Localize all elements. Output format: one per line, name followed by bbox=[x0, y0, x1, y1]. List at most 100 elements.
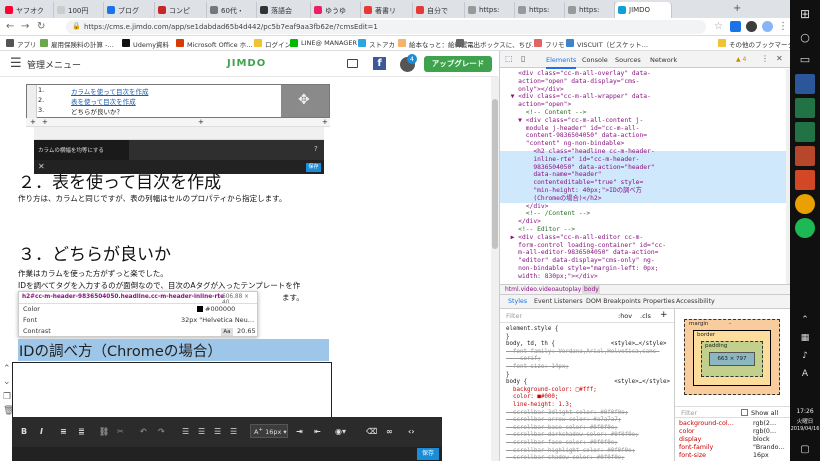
dom-line[interactable]: contenteditable="true" style= bbox=[503, 179, 643, 187]
add-icon[interactable]: + bbox=[30, 118, 36, 126]
dom-line[interactable]: <!-- /Content --> bbox=[503, 210, 590, 218]
dom-line[interactable]: action="open"> bbox=[503, 101, 571, 109]
dom-line[interactable]: data-name="header" bbox=[503, 171, 601, 179]
bullet-list-icon[interactable]: ≣ bbox=[78, 427, 85, 436]
dom-line[interactable]: "min-height: 40px;">IDの調べ方 bbox=[503, 187, 642, 195]
undo-icon[interactable]: ↶ bbox=[140, 427, 147, 436]
computed-prop-name[interactable]: background-col… bbox=[679, 420, 734, 427]
bookmark-item[interactable]: ログイン bbox=[254, 39, 291, 49]
list-item[interactable]: 表を使って目次を作成 bbox=[71, 96, 136, 106]
devtools-tab[interactable]: Elements bbox=[546, 56, 577, 69]
chrome-menu-icon[interactable]: ⋮ bbox=[778, 21, 788, 32]
inspect-element-icon[interactable]: ⬚ bbox=[505, 54, 513, 63]
dom-line[interactable]: <!-- Content --> bbox=[503, 109, 587, 117]
move-handle[interactable]: ✥ bbox=[281, 85, 329, 117]
computed-prop-name[interactable]: display bbox=[679, 436, 701, 443]
dom-line[interactable]: <h2 class="headline cc-m-header- bbox=[503, 148, 654, 156]
add-icon-2[interactable]: + bbox=[42, 118, 48, 126]
styles-tab[interactable]: Styles bbox=[508, 298, 527, 305]
computed-prop-name[interactable]: font-size bbox=[679, 452, 706, 459]
other-bookmarks[interactable]: その他のブックマーク bbox=[718, 39, 794, 49]
computed-prop-name[interactable]: font-family bbox=[679, 444, 713, 451]
devtools-tab[interactable]: Console bbox=[582, 56, 608, 64]
extension-icon[interactable] bbox=[730, 21, 741, 32]
styles-filter-input[interactable]: Filter bbox=[506, 312, 522, 320]
computed-filter-input[interactable]: Filter bbox=[681, 409, 697, 417]
dom-line[interactable]: module j-header" id="cc-m-all- bbox=[503, 125, 640, 133]
paragraph-line1[interactable]: 作業はカラムを使った方がずっと楽でした。 bbox=[18, 268, 168, 279]
styles-tab[interactable]: Accessibility bbox=[676, 298, 715, 305]
dom-line[interactable]: ▼ <div class="cc-m-all-wrapper" data- bbox=[503, 93, 651, 101]
list-editor[interactable]: 1. カラムを使って目次を作成 2. 表を使って目次を作成 3. どちらが良いか？ ✥ bbox=[26, 84, 330, 119]
align-right-icon[interactable]: ☰ bbox=[214, 427, 221, 436]
devtools-tab[interactable]: Network bbox=[650, 56, 677, 64]
rich-text-editor[interactable] bbox=[12, 362, 332, 418]
back-icon[interactable]: ← bbox=[6, 21, 14, 32]
admin-menu-label[interactable]: 管理メニュー bbox=[27, 58, 81, 71]
warning-count[interactable]: ▲ 4 bbox=[736, 56, 746, 63]
url-field[interactable]: 🔒 https://cms.e.jimdo.com/app/se1dabdad6… bbox=[66, 20, 706, 34]
excel-icon-2[interactable] bbox=[795, 122, 815, 142]
dom-line[interactable]: "content" ng-non-bindable> bbox=[503, 140, 625, 148]
breadcrumb-html[interactable]: html.video.videoautoplay bbox=[505, 286, 581, 293]
devtools-close-icon[interactable]: ✕ bbox=[776, 54, 783, 63]
breadcrumb-body[interactable]: body bbox=[582, 285, 600, 295]
bookmark-item[interactable]: フリモ bbox=[534, 39, 565, 49]
redo-icon[interactable]: ↷ bbox=[158, 427, 165, 436]
dom-line[interactable]: 9836504050" data-action="header" bbox=[503, 164, 654, 172]
devtools-menu-icon[interactable]: ⋮ bbox=[761, 54, 769, 63]
chrome-icon[interactable] bbox=[795, 194, 815, 214]
browser-tab[interactable]: 自分で bbox=[413, 2, 465, 18]
browser-tab[interactable]: コンピ bbox=[155, 2, 207, 18]
browser-tab[interactable]: 100円 bbox=[54, 2, 104, 18]
dom-line[interactable]: </div> bbox=[503, 218, 541, 226]
extension-icon-2[interactable] bbox=[746, 21, 757, 32]
paragraph-table-toc[interactable]: 作り方は、カラムと同じですが、表の列幅はセルのプロパティから指定します。 bbox=[18, 193, 286, 204]
hamburger-icon[interactable]: ☰ bbox=[10, 56, 22, 71]
clock-time[interactable]: 17:26 bbox=[790, 408, 820, 415]
dom-line[interactable]: </div> bbox=[503, 203, 549, 211]
paragraph-line3[interactable]: ます。 bbox=[282, 292, 304, 303]
volume-icon[interactable]: ♪ bbox=[795, 346, 815, 366]
dom-line[interactable]: only"></div> bbox=[503, 86, 564, 94]
dom-line[interactable]: non-bindable style="margin-left: 0px; bbox=[503, 265, 658, 273]
dom-line[interactable]: "editor" data-display="cms-only" ng- bbox=[503, 257, 655, 265]
powerpoint-icon[interactable] bbox=[795, 146, 815, 166]
dom-line[interactable]: action="open" data-display="cms- bbox=[503, 78, 639, 86]
browser-tab[interactable]: ヤフオク bbox=[2, 2, 54, 18]
forward-icon[interactable]: → bbox=[21, 21, 29, 32]
bookmark-item[interactable]: 雇用保険料の計算 -… bbox=[40, 39, 114, 49]
selected-heading[interactable]: IDの調べ方（Chromeの場合） bbox=[19, 340, 222, 361]
excel-icon[interactable] bbox=[795, 98, 815, 118]
list-item[interactable]: カラムを使って目次を作成 bbox=[71, 86, 148, 96]
bookmark-item[interactable]: アプリ bbox=[6, 39, 37, 49]
equal-width-tooltip[interactable]: カラムの横幅を均等にする bbox=[38, 146, 104, 154]
css-line[interactable]: scrollbar-shadow-color: #0f0f0e; bbox=[506, 454, 625, 461]
cls-toggle[interactable]: .cls bbox=[640, 312, 651, 320]
word-icon[interactable] bbox=[795, 74, 815, 94]
dom-line[interactable]: <div class="cc-m-all-overlay" data- bbox=[503, 70, 651, 78]
dom-line[interactable]: ▼ <div class="cc-m-all-content j- bbox=[503, 117, 643, 125]
browser-tab[interactable]: https: bbox=[515, 2, 565, 18]
bookmark-item[interactable]: Microsoft Office ホ… bbox=[176, 39, 253, 49]
scrollbar-thumb[interactable] bbox=[492, 99, 498, 249]
desktop-preview-icon[interactable] bbox=[347, 59, 358, 68]
browser-tab[interactable]: 落語会 bbox=[257, 2, 311, 18]
save-button[interactable]: 保存 bbox=[417, 448, 439, 460]
move-up-icon[interactable]: ⌃ bbox=[3, 364, 11, 374]
show-all-checkbox[interactable] bbox=[741, 409, 748, 416]
task-view-icon[interactable]: ▭ bbox=[795, 50, 815, 70]
dom-line[interactable]: ▶ <div class="cc-m-all-editor cc-m- bbox=[503, 234, 644, 242]
bookmark-item[interactable]: VISCUIT（ビスケット… bbox=[566, 39, 648, 49]
bookmark-item[interactable]: Udemy資料 bbox=[122, 39, 169, 49]
dom-line[interactable]: form-control loading-container" id="cc- bbox=[503, 242, 666, 250]
new-style-rule-icon[interactable]: + bbox=[660, 310, 668, 320]
color-picker-icon[interactable]: ◉▾ bbox=[335, 427, 346, 436]
paragraph-line2[interactable]: IDを調べてタグを入力するのが面倒なので、目次のAタグが入ったテンプレートを作 bbox=[18, 280, 300, 291]
unlink-icon[interactable]: ✂ bbox=[117, 427, 124, 436]
reload-icon[interactable]: ↻ bbox=[37, 21, 45, 32]
italic-button[interactable]: I bbox=[40, 427, 43, 436]
outdent-icon[interactable]: ⇤ bbox=[314, 427, 321, 436]
new-tab-button[interactable]: + bbox=[733, 3, 741, 14]
action-center-icon[interactable]: ▢ bbox=[795, 440, 815, 460]
